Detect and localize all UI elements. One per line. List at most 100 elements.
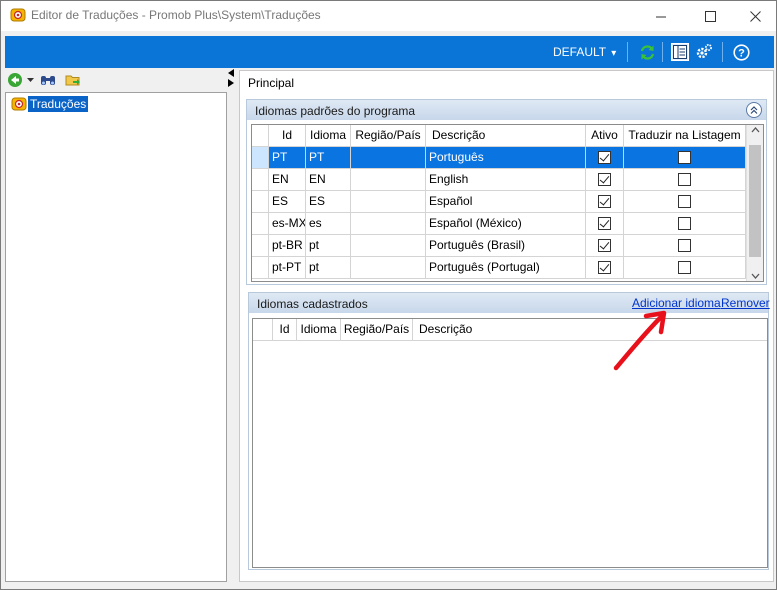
cell-id[interactable]: PT — [269, 147, 306, 169]
table-row[interactable]: es-MX es Español (México) — [252, 213, 746, 235]
refresh-icon — [640, 44, 654, 60]
row-header-corner — [252, 125, 269, 147]
group-header: Idiomas padrões do programa — [247, 100, 766, 120]
layout-button[interactable] — [671, 43, 689, 61]
row-header[interactable] — [252, 191, 269, 213]
back-dropdown[interactable] — [25, 72, 35, 88]
column-header-traduzir[interactable]: Traduzir na Listagem — [624, 125, 746, 147]
row-header[interactable] — [252, 257, 269, 279]
grid-vertical-scrollbar[interactable] — [746, 125, 763, 281]
ativo-checkbox[interactable] — [598, 151, 611, 164]
title-bar: Editor de Traduções - Promob Plus\System… — [1, 1, 776, 31]
find-button[interactable] — [40, 72, 56, 88]
cell-id[interactable]: pt-BR — [269, 235, 306, 257]
cell-descricao[interactable]: English — [426, 169, 586, 191]
column-header-ativo[interactable]: Ativo — [586, 125, 624, 147]
scrollbar-thumb[interactable] — [749, 145, 761, 257]
row-header[interactable] — [252, 213, 269, 235]
maximize-button[interactable] — [687, 1, 733, 31]
close-button[interactable] — [732, 1, 776, 31]
collapse-left-icon — [228, 69, 234, 77]
cell-id[interactable]: ES — [269, 191, 306, 213]
cell-regiao[interactable] — [351, 213, 426, 235]
grid-header-row: Id Idioma Região/País Descrição — [253, 319, 767, 341]
traduzir-checkbox[interactable] — [678, 261, 691, 274]
ativo-checkbox[interactable] — [598, 261, 611, 274]
column-header-id[interactable]: Id — [269, 125, 306, 147]
scroll-up-icon[interactable] — [751, 127, 760, 133]
table-row[interactable]: pt-BR pt Português (Brasil) — [252, 235, 746, 257]
traduzir-checkbox[interactable] — [678, 195, 691, 208]
cell-idioma[interactable]: PT — [306, 147, 351, 169]
grid-header-row: Id Idioma Região/País Descrição Ativo Tr… — [252, 125, 746, 147]
cell-descricao[interactable]: Português — [426, 147, 586, 169]
expand-right-icon — [228, 79, 234, 87]
cell-regiao[interactable] — [351, 257, 426, 279]
translation-editor-window: Editor de Traduções - Promob Plus\System… — [0, 0, 777, 590]
traduzir-checkbox[interactable] — [678, 173, 691, 186]
refresh-button[interactable] — [638, 43, 656, 61]
cell-regiao[interactable] — [351, 169, 426, 191]
cell-regiao[interactable] — [351, 147, 426, 169]
cell-id[interactable]: es-MX — [269, 213, 306, 235]
cell-ativo — [586, 235, 624, 257]
splitter-toggle[interactable] — [227, 69, 237, 89]
table-row[interactable]: EN EN English — [252, 169, 746, 191]
toolbar-separator — [662, 42, 663, 62]
cell-idioma[interactable]: EN — [306, 169, 351, 191]
profile-dropdown[interactable]: DEFAULT ▾ — [553, 45, 616, 59]
column-header-idioma[interactable]: Idioma — [297, 319, 341, 341]
column-header-idioma[interactable]: Idioma — [306, 125, 351, 147]
registered-languages-group: Idiomas cadastrados Adicionar idioma Rem… — [248, 292, 770, 570]
folder-icon — [65, 75, 80, 86]
default-languages-grid: Id Idioma Região/País Descrição Ativo Tr… — [251, 124, 764, 282]
ativo-checkbox[interactable] — [598, 195, 611, 208]
help-button[interactable]: ? — [732, 43, 750, 61]
traduzir-checkbox[interactable] — [678, 239, 691, 252]
cell-idioma[interactable]: ES — [306, 191, 351, 213]
toolbar-separator — [627, 42, 628, 62]
cell-descricao[interactable]: Português (Brasil) — [426, 235, 586, 257]
settings-button[interactable] — [695, 43, 713, 61]
traduzir-checkbox[interactable] — [678, 217, 691, 230]
group-header: Idiomas cadastrados Adicionar idioma Rem… — [249, 293, 770, 313]
remove-language-link[interactable]: Remover — [721, 296, 770, 310]
row-header[interactable] — [252, 235, 269, 257]
column-header-id[interactable]: Id — [273, 319, 297, 341]
column-header-descricao[interactable]: Descrição — [413, 319, 767, 341]
tree-item-translations[interactable]: Traduções — [11, 96, 89, 112]
cell-descricao[interactable]: Español — [426, 191, 586, 213]
column-header-regiao[interactable]: Região/País — [351, 125, 426, 147]
table-row[interactable]: ES ES Español — [252, 191, 746, 213]
ativo-checkbox[interactable] — [598, 239, 611, 252]
traduzir-checkbox[interactable] — [678, 151, 691, 164]
cell-id[interactable]: EN — [269, 169, 306, 191]
column-header-regiao[interactable]: Região/País — [341, 319, 413, 341]
cell-ativo — [586, 213, 624, 235]
ativo-checkbox[interactable] — [598, 173, 611, 186]
cell-descricao[interactable]: Português (Portugal) — [426, 257, 586, 279]
cell-descricao[interactable]: Español (México) — [426, 213, 586, 235]
cell-regiao[interactable] — [351, 235, 426, 257]
table-row[interactable]: PT PT Português — [252, 147, 746, 169]
open-folder-button[interactable] — [65, 72, 81, 88]
back-button[interactable] — [7, 72, 23, 88]
row-header[interactable] — [252, 147, 269, 169]
cell-idioma[interactable]: pt — [306, 235, 351, 257]
row-header[interactable] — [252, 169, 269, 191]
registered-languages-grid: Id Idioma Região/País Descrição — [252, 318, 768, 568]
tree-toolbar — [5, 70, 225, 92]
minimize-button[interactable] — [638, 1, 684, 31]
ativo-checkbox[interactable] — [598, 217, 611, 230]
cell-regiao[interactable] — [351, 191, 426, 213]
cell-idioma[interactable]: es — [306, 213, 351, 235]
column-header-descricao[interactable]: Descrição — [426, 125, 586, 147]
main-toolbar: DEFAULT ▾ ? — [5, 36, 774, 68]
toolbar-separator — [722, 42, 723, 62]
scroll-down-icon[interactable] — [751, 273, 760, 279]
cell-traduzir — [624, 147, 746, 169]
cell-id[interactable]: pt-PT — [269, 257, 306, 279]
collapse-group-button[interactable] — [746, 102, 762, 118]
table-row[interactable]: pt-PT pt Português (Portugal) — [252, 257, 746, 279]
cell-idioma[interactable]: pt — [306, 257, 351, 279]
